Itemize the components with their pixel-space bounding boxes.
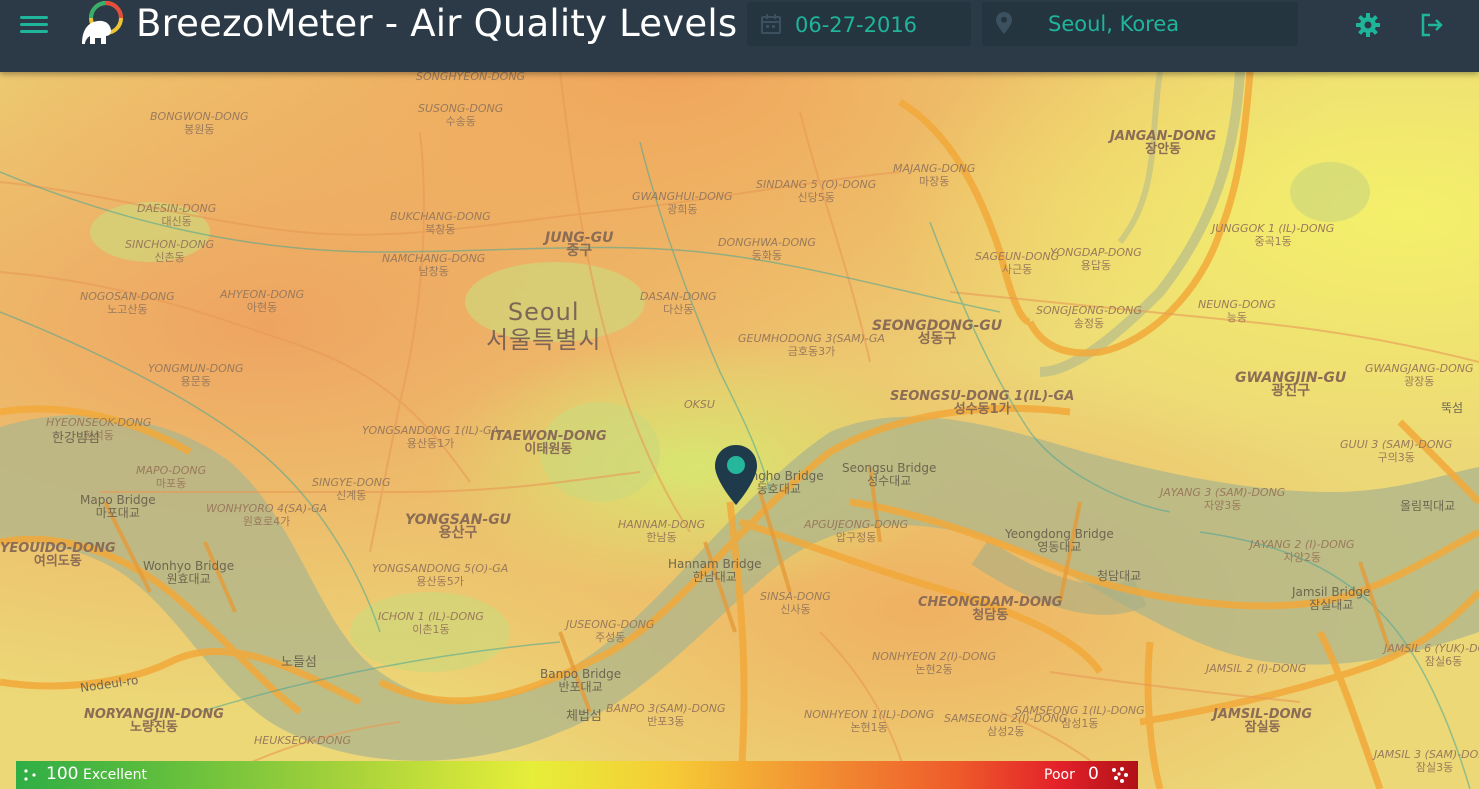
bridge-label: Mapo Bridge 마포대교 xyxy=(80,493,156,520)
neighborhood-label: MAPO-DONG 마포동 xyxy=(136,464,207,490)
neighborhood-label: NAMCHANG-DONG 남창동 xyxy=(382,252,486,278)
neighborhood-label: YONGMUN-DONG 용문동 xyxy=(148,362,244,388)
date-picker[interactable]: 06-27-2016 xyxy=(747,2,971,46)
logout-icon[interactable] xyxy=(1419,12,1445,38)
excellent-dots-icon xyxy=(24,769,36,781)
air-quality-map[interactable]: Seoul 서울특별시 JUNG-GU 중구 YONGSAN-GU 용산구 SEON… xyxy=(0,72,1479,789)
neighborhood-label: HEUKSEOK-DONG xyxy=(254,734,352,747)
bridge-label: Yeongdong Bridge 영동대교 xyxy=(1005,527,1114,554)
neighborhood-label: DAESIN-DONG 대신동 xyxy=(137,202,217,228)
bridge-label: 청담대교 xyxy=(1097,569,1142,583)
location-search xyxy=(982,2,1298,46)
neighborhood-label: ITAEWON-DONG 이태원동 xyxy=(490,429,607,457)
neighborhood-label: SUSONG-DONG 수송동 xyxy=(418,102,504,128)
island-label: 한강밤섬 xyxy=(52,431,100,446)
calendar-icon xyxy=(761,14,781,34)
district-label: YONGSAN-GU 용산구 xyxy=(405,512,512,541)
neighborhood-label: SAMSEONG 1(IL)-DONG 삼성1동 xyxy=(1015,704,1145,730)
neighborhood-label: ICHON 1 (IL)-DONG 이촌1동 xyxy=(378,610,484,636)
district-label: GWANGJIN-GU 광진구 xyxy=(1235,370,1347,399)
poor-dots-icon xyxy=(1112,767,1128,783)
location-input[interactable] xyxy=(1034,8,1298,40)
neighborhood-label: YONGSANDONG 1(IL)-GA 용산동1가 xyxy=(362,424,500,450)
neighborhood-label: JAMSIL 6 (YUK)-DONG잠실6동 xyxy=(1384,642,1479,668)
location-pin-icon xyxy=(996,12,1012,34)
neighborhood-label: HANNAM-DONG 한남동 xyxy=(618,518,706,544)
neighborhood-label: OKSU xyxy=(684,398,715,411)
neighborhood-label: NONHYEON 1(IL)-DONG 논현1동 xyxy=(804,708,935,734)
neighborhood-label: JUNGGOK 1 (IL)-DONG 중곡1동 xyxy=(1212,222,1335,248)
neighborhood-label: YONGSANDONG 5(O)-GA 용산동5가 xyxy=(372,562,509,588)
neighborhood-label: SONGHYEON-DONG xyxy=(416,72,526,83)
neighborhood-label: JANGAN-DONG 장안동 xyxy=(1110,129,1217,157)
city-label: Seoul 서울특별시 xyxy=(486,298,601,354)
bridge-label: Hannam Bridge 한남대교 xyxy=(668,557,762,584)
legend-max-label: Excellent xyxy=(83,767,147,783)
neighborhood-label: YONGDAP-DONG 용답동 xyxy=(1050,246,1142,272)
aqi-legend-bar: 100 Excellent Poor 0 xyxy=(16,761,1138,789)
district-label: SEONGDONG-GU 성동구 xyxy=(872,318,1003,347)
city-name: Seoul xyxy=(507,298,580,326)
menu-icon[interactable] xyxy=(18,10,52,40)
neighborhood-label: GUUI 3 (SAM)-DONG 구의3동 xyxy=(1340,438,1453,464)
date-value: 06-27-2016 xyxy=(795,13,918,37)
neighborhood-label: DONGHWA-DONG 동화동 xyxy=(718,236,816,262)
neighborhood-label: NOGOSAN-DONG 노고산동 xyxy=(80,290,175,316)
legend-max-value: 100 xyxy=(46,764,79,784)
neighborhood-label: NONHYEON 2(I)-DONG 논현2동 xyxy=(872,650,997,676)
bridge-label: Banpo Bridge 반포대교 xyxy=(540,667,622,694)
neighborhood-label: NEUNG-DONG 능동 xyxy=(1198,298,1276,324)
neighborhood-label: GWANGJANG-DONG 광장동 xyxy=(1365,362,1474,388)
gear-icon[interactable] xyxy=(1355,12,1381,38)
neighborhood-label: BUKCHANG-DONG 북창동 xyxy=(390,210,491,236)
neighborhood-label: JUSEONG-DONG 주성동 xyxy=(566,618,655,644)
neighborhood-label: SONGJEONG-DONG 송정동 xyxy=(1036,304,1142,330)
neighborhood-label: APGUJEONG-DONG 압구정동 xyxy=(804,518,909,544)
place-label: 뚝섬 xyxy=(1441,401,1464,415)
neighborhood-label: BANPO 3(SAM)-DONG 반포3동 xyxy=(606,702,726,728)
neighborhood-label: SINGYE-DONG 신계동 xyxy=(312,476,391,502)
map-marker-icon[interactable] xyxy=(713,443,759,507)
city-korean: 서울특별시 xyxy=(486,326,602,354)
neighborhood-label: NORYANGJIN-DONG 노량진동 xyxy=(84,707,224,735)
district-label: JUNG-GU 중구 xyxy=(545,230,614,259)
neighborhood-label: SINDANG 5 (O)-DONG 신당5동 xyxy=(756,178,877,204)
legend-min-value: 0 xyxy=(1088,764,1099,784)
neighborhood-label: SINSA-DONG 신사동 xyxy=(760,590,831,616)
bridge-label: Jamsil Bridge 잠실대교 xyxy=(1292,585,1371,612)
neighborhood-label: AHYEON-DONG 아현동 xyxy=(220,288,305,314)
island-label: 체법섬 xyxy=(566,709,602,724)
neighborhood-label: MAJANG-DONG 마장동 xyxy=(893,162,976,188)
neighborhood-label: BONGWON-DONG 봉원동 xyxy=(150,110,249,136)
neighborhood-label: JAMSIL 3 (SAM)-DONG잠실3동 xyxy=(1374,748,1479,774)
neighborhood-label: CHEONGDAM-DONG 청담동 xyxy=(918,595,1063,623)
neighborhood-label: YEOUIDO-DONG 여의도동 xyxy=(0,541,116,569)
neighborhood-label: JAYANG 3 (SAM)-DONG 자양3동 xyxy=(1160,486,1286,512)
neighborhood-label: JAMSIL 2 (I)-DONG xyxy=(1206,662,1307,675)
neighborhood-label: SINCHON-DONG 신촌동 xyxy=(125,238,215,264)
bridge-label: Seongsu Bridge 성수대교 xyxy=(842,461,937,488)
bridge-label: 올림픽대교 xyxy=(1400,499,1456,513)
legend-min-label: Poor xyxy=(1044,767,1075,783)
map-base-layer xyxy=(0,72,1479,789)
breezometer-logo[interactable] xyxy=(76,0,124,46)
neighborhood-label: SEONGSU-DONG 1(IL)-GA 성수동1가 xyxy=(890,389,1075,417)
app-title: BreezoMeter - Air Quality Levels xyxy=(136,2,738,45)
top-app-bar: BreezoMeter - Air Quality Levels 06-27-2… xyxy=(0,0,1479,72)
bridge-label: Wonhyo Bridge 원효대교 xyxy=(143,559,235,586)
neighborhood-label: JAYANG 2 (I)-DONG 자양2동 xyxy=(1250,538,1355,564)
island-label: 노들섬 xyxy=(281,655,317,670)
neighborhood-label: SAGEUN-DONG 사근동 xyxy=(975,250,1060,276)
neighborhood-label: JAMSIL-DONG 잠실동 xyxy=(1213,707,1313,735)
neighborhood-label: WONHYORO 4(SA)-GA 원효로4가 xyxy=(206,502,328,528)
neighborhood-label: GWANGHUI-DONG 광희동 xyxy=(632,190,733,216)
neighborhood-label: DASAN-DONG 다산동 xyxy=(640,290,717,316)
neighborhood-label: GEUMHODONG 3(SAM)-GA 금호동3가 xyxy=(738,332,885,358)
